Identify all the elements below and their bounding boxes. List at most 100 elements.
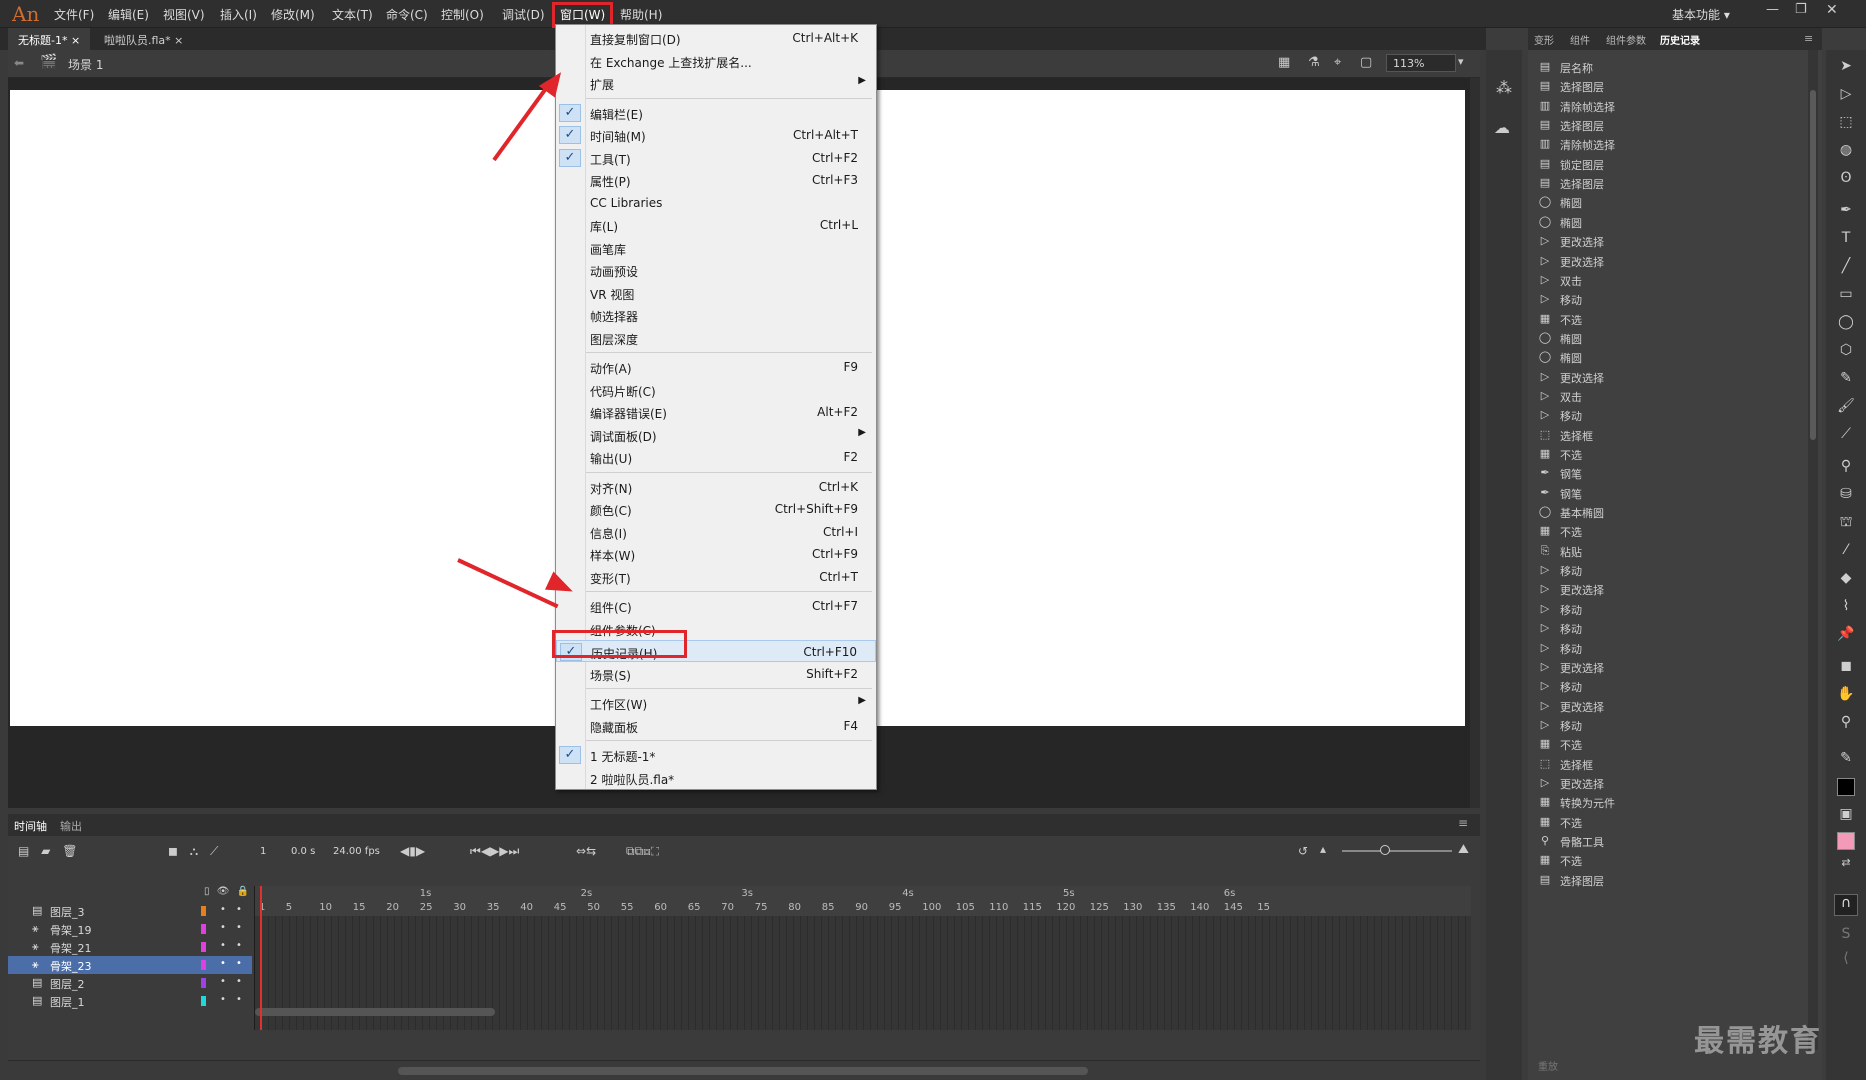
straighten-icon[interactable]: ⟨ [1835, 950, 1857, 970]
history-item[interactable]: ▦ 转换为元件 [1534, 793, 1804, 812]
menu-item-7[interactable]: CC Libraries [556, 192, 876, 214]
history-item[interactable]: ◯ 椭圆 [1534, 348, 1804, 367]
tab-component-params[interactable]: 组件参数 [1606, 32, 1646, 47]
first-frame-icon[interactable]: ⏮ [470, 844, 481, 858]
layer-row[interactable]: ⚹ 骨架_19 • • [8, 920, 252, 938]
bone-tool-icon[interactable]: ⚲ [1835, 458, 1857, 478]
close-icon[interactable]: × [174, 34, 183, 47]
zoom-tool-icon[interactable]: ⚲ [1835, 714, 1857, 734]
tab-untitled[interactable]: 无标题-1* × [8, 28, 91, 50]
history-item[interactable]: ▤ 选择图层 [1534, 174, 1804, 193]
history-item[interactable]: ◯ 椭圆 [1534, 193, 1804, 212]
history-item[interactable]: ▷ 更改选择 [1534, 697, 1804, 716]
center-stage-icon[interactable]: ⌖ [1334, 55, 1341, 70]
scrollbar-thumb[interactable] [398, 1067, 1088, 1075]
history-item[interactable]: ⚲ 骨骼工具 [1534, 832, 1804, 851]
history-item[interactable]: ▷ 更改选择 [1534, 232, 1804, 251]
menu-item-27[interactable]: 场景(S) Shift+F2 [556, 663, 876, 685]
history-item[interactable]: ▷ 更改选择 [1534, 580, 1804, 599]
frames-grid[interactable]: 1 5 10 15 20 25 30 35 40 45 50 55 60 65 70 75 80 85 90 95 10… [254, 886, 1471, 1030]
history-scrollbar[interactable] [1808, 50, 1818, 1050]
lock-dot[interactable]: • [236, 994, 242, 1005]
history-item[interactable]: ▷ 移动 [1534, 600, 1804, 619]
undo-icon[interactable]: ↺ [1298, 844, 1308, 858]
tab-output[interactable]: 输出 [60, 818, 82, 834]
eraser-icon[interactable]: ◆ [1835, 570, 1857, 590]
tab-cheerleader[interactable]: 啦啦队员.fla* × [94, 28, 193, 50]
zoom-out-icon[interactable]: ▴ [1320, 842, 1326, 856]
layer-parent-icon[interactable]: ⛬ [190, 844, 198, 858]
layer-row[interactable]: ▤ 图层_1 • • [8, 992, 252, 1010]
history-item[interactable]: ▷ 移动 [1534, 639, 1804, 658]
paint-bucket-icon[interactable]: ⛁ [1835, 486, 1857, 506]
history-item[interactable]: ▦ 不选 [1534, 522, 1804, 541]
history-item[interactable]: ◯ 椭圆 [1534, 329, 1804, 348]
3d-rotation-icon[interactable]: ◍ [1835, 142, 1857, 162]
history-item[interactable]: ▷ 更改选择 [1534, 252, 1804, 271]
lock-dot[interactable]: • [236, 940, 242, 951]
stage-hscrollbar[interactable] [8, 1060, 1480, 1080]
history-item[interactable]: ▥ 清除帧选择 [1534, 135, 1804, 154]
hand-tool-icon[interactable]: ✋ [1835, 686, 1857, 706]
onion-skin-icon[interactable]: ⧉ [626, 844, 635, 858]
menu-6[interactable]: 命令(C) [386, 6, 428, 23]
subselection-tool-icon[interactable]: ▷ [1835, 86, 1857, 106]
menu-item-30[interactable]: ✓ 1 无标题-1* [556, 744, 876, 766]
menu-4[interactable]: 修改(M) [271, 6, 315, 23]
menu-item-22[interactable]: 样本(W) Ctrl+F9 [556, 543, 876, 565]
history-item[interactable]: ▦ 不选 [1534, 735, 1804, 754]
panel-menu-icon[interactable]: ≡ [1804, 32, 1813, 45]
eye-icon[interactable]: 👁 [217, 886, 230, 897]
history-item[interactable]: ▷ 移动 [1534, 716, 1804, 735]
menu-item-3[interactable]: ✓ 编辑栏(E) [556, 102, 876, 124]
back-arrow-icon[interactable]: ⬅ [14, 56, 24, 70]
history-item[interactable]: ✒ 钢笔 [1534, 464, 1804, 483]
history-item[interactable]: ▷ 更改选择 [1534, 658, 1804, 677]
menu-0[interactable]: 文件(F) [54, 6, 94, 23]
history-item[interactable]: ▷ 移动 [1534, 290, 1804, 309]
menu-item-19[interactable]: 对齐(N) Ctrl+K [556, 476, 876, 498]
close-icon[interactable]: ✕ [1826, 2, 1838, 18]
menu-item-23[interactable]: 变形(T) Ctrl+T [556, 566, 876, 588]
history-item[interactable]: ▤ 选择图层 [1534, 77, 1804, 96]
rectangle-tool-icon[interactable]: ▭ [1835, 286, 1857, 306]
menu-item-13[interactable]: 图层深度 [556, 327, 876, 349]
paint-brush-icon[interactable]: 🖌 [1835, 398, 1857, 418]
menu-item-18[interactable]: 输出(U) F2 [556, 446, 876, 468]
layer-color-swatch[interactable] [201, 996, 206, 1006]
eyedropper-icon[interactable]: ⁄ [1835, 542, 1857, 562]
layer-color-swatch[interactable] [201, 942, 206, 952]
history-item[interactable]: ◯ 椭圆 [1534, 213, 1804, 232]
layer-row[interactable]: ▤ 图层_2 • • [8, 974, 252, 992]
history-item[interactable]: ▷ 移动 [1534, 677, 1804, 696]
zoom-select[interactable]: 113% [1386, 54, 1456, 72]
swap-colors-icon[interactable]: ⇄ [1835, 856, 1857, 876]
history-item[interactable]: ⬚ 选择框 [1534, 426, 1804, 445]
prev-icon[interactable]: ◀ [400, 844, 409, 858]
slider-thumb[interactable] [1380, 845, 1390, 855]
menu-item-16[interactable]: 编译器错误(E) Alt+F2 [556, 401, 876, 423]
menu-8[interactable]: 调试(D) [502, 6, 545, 23]
menu-item-31[interactable]: 2 啦啦队员.fla* [556, 767, 876, 789]
menu-item-6[interactable]: 属性(P) Ctrl+F3 [556, 169, 876, 191]
current-frame[interactable]: 1 [260, 846, 266, 857]
center-icon[interactable]: ▮ [409, 844, 416, 858]
step-back-icon[interactable]: ◀ [481, 844, 490, 858]
history-item[interactable]: ▤ 锁定图层 [1534, 155, 1804, 174]
playhead[interactable] [260, 886, 262, 1030]
history-item[interactable]: ▤ 选择图层 [1534, 116, 1804, 135]
new-folder-icon[interactable]: ▰ [41, 844, 50, 858]
history-item[interactable]: ✒ 钢笔 [1534, 484, 1804, 503]
text-tool-icon[interactable]: T [1835, 230, 1857, 250]
history-item[interactable]: ◯ 基本椭圆 [1534, 503, 1804, 522]
history-item[interactable]: ▷ 双击 [1534, 387, 1804, 406]
tab-history[interactable]: 历史记录 [1660, 32, 1700, 47]
frames-hscrollbar[interactable] [255, 1008, 495, 1016]
menu-item-1[interactable]: 在 Exchange 上查找扩展名... [556, 50, 876, 72]
menu-2[interactable]: 视图(V) [163, 6, 205, 23]
scrollbar-thumb[interactable] [1810, 90, 1816, 440]
visibility-dot[interactable]: • [220, 958, 226, 969]
visibility-dot[interactable]: • [220, 922, 226, 933]
menu-item-8[interactable]: 库(L) Ctrl+L [556, 214, 876, 236]
width-tool-icon[interactable]: ⌇ [1835, 598, 1857, 618]
